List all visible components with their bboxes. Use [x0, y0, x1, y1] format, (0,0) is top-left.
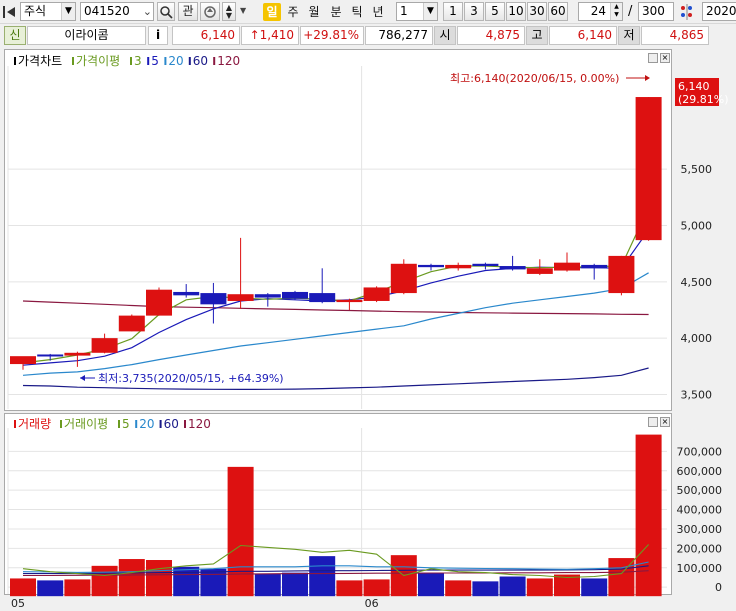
- last-price-tag: [675, 78, 719, 106]
- period-week[interactable]: 주: [284, 3, 302, 21]
- price-panel-close-icon[interactable]: ×: [660, 53, 670, 63]
- quick-interval-10[interactable]: 10: [506, 2, 526, 21]
- total-count-input[interactable]: 300: [638, 2, 674, 21]
- stock-name: 이라이콤: [27, 26, 146, 45]
- price-axis-tick-label: 4,000: [681, 332, 713, 345]
- quick-interval-3[interactable]: 3: [464, 2, 484, 21]
- date-input[interactable]: 2020/: [702, 2, 736, 21]
- chevron-down-icon[interactable]: ⌄: [143, 3, 152, 20]
- volume-panel-minimize-icon[interactable]: [648, 417, 658, 427]
- period-minute[interactable]: 분: [327, 3, 345, 21]
- quick-interval-5[interactable]: 5: [485, 2, 505, 21]
- high-label: 고: [526, 26, 548, 45]
- search-icon: [160, 6, 173, 19]
- low-price: 4,865: [641, 26, 709, 45]
- price-axis-tick-label: 5,000: [681, 219, 713, 232]
- period-year[interactable]: 년: [369, 3, 387, 21]
- info-button[interactable]: i: [148, 26, 168, 45]
- period-month[interactable]: 월: [305, 3, 323, 21]
- volume-axis-tick-label: 700,000: [677, 445, 723, 458]
- volume-axis-tick-label: 600,000: [677, 465, 723, 478]
- volume-axis-tick-label: 200,000: [677, 542, 723, 555]
- chevron-down-icon[interactable]: ▼: [61, 3, 75, 20]
- display-count-value: 24: [590, 4, 606, 18]
- date-value: 2020/: [706, 4, 736, 18]
- chevron-down-icon[interactable]: ▼: [423, 3, 437, 20]
- period-day[interactable]: 일: [263, 3, 281, 21]
- stock-name-text: 이라이콤: [64, 28, 109, 42]
- last-price-tag-value: 6,140: [678, 80, 710, 93]
- open-price: 4,875: [457, 26, 525, 45]
- price-change: ↑1,410: [241, 26, 299, 45]
- volume-axis-tick-label: 400,000: [677, 504, 723, 517]
- spin-icon[interactable]: ▲ ▼: [610, 3, 622, 20]
- spin-updown-button[interactable]: ▲ ▼: [222, 2, 236, 21]
- quick-interval-1[interactable]: 1: [443, 2, 463, 21]
- price-axis-tick-label: 5,500: [681, 163, 713, 176]
- price-axis-tick-label: 3,500: [681, 388, 713, 401]
- high-price: 6,140: [549, 26, 617, 45]
- credit-badge-label: 신: [9, 28, 21, 42]
- trade-volume: 786,277: [365, 26, 433, 45]
- last-price-tag-rate: (29.81%): [678, 93, 729, 106]
- quick-interval-30[interactable]: 30: [527, 2, 547, 21]
- low-label: 저: [618, 26, 640, 45]
- open-label: 시: [434, 26, 456, 45]
- volume-axis-tick-label: 500,000: [677, 484, 723, 497]
- volume-axis-tick-label: 0: [715, 581, 722, 594]
- credit-badge: 신: [4, 26, 26, 45]
- volume-panel-close-icon[interactable]: ×: [660, 417, 670, 427]
- volume-axis-tick-label: 300,000: [677, 523, 723, 536]
- refresh-button[interactable]: [200, 2, 220, 21]
- chart-settings-icon[interactable]: [678, 3, 696, 21]
- volume-chart-panel[interactable]: [4, 413, 672, 595]
- quick-interval-60[interactable]: 60: [548, 2, 568, 21]
- market-type-value: 주식: [24, 4, 47, 18]
- x-axis-label: 05: [11, 597, 25, 610]
- stock-code-value: 041520: [84, 4, 130, 18]
- x-axis-label: 06: [365, 597, 379, 610]
- display-count-input[interactable]: 24 ▲ ▼: [578, 2, 623, 21]
- search-button[interactable]: [157, 2, 175, 21]
- count-separator: /: [628, 4, 633, 19]
- price-chart-panel[interactable]: [4, 49, 672, 411]
- change-rate: +29.81%: [300, 26, 364, 45]
- panel-toggle-icon[interactable]: [3, 5, 17, 19]
- chart-toolbar: 주식 ▼ 041520 ⌄ 관 ▲ ▼ ▼ 일 주 월 분 틱 년 1 ▼ 1 3…: [0, 0, 736, 24]
- refresh-icon: [204, 6, 216, 18]
- price-panel-minimize-icon[interactable]: [648, 53, 658, 63]
- price-axis-tick-label: 4,500: [681, 276, 713, 289]
- interval-select[interactable]: 1 ▼: [396, 2, 438, 21]
- period-tick[interactable]: 틱: [348, 3, 366, 21]
- stock-code-input[interactable]: 041520 ⌄: [80, 2, 154, 21]
- market-type-select[interactable]: 주식 ▼: [20, 2, 76, 21]
- current-price: 6,140: [172, 26, 240, 45]
- total-count-value: 300: [642, 4, 665, 18]
- interval-value: 1: [400, 4, 408, 18]
- chevron-down-icon[interactable]: ▼: [240, 6, 246, 15]
- watchlist-button[interactable]: 관: [178, 2, 198, 21]
- quote-bar: 신 이라이콤 i 6,140 ↑1,410 +29.81% 786,277 시 …: [0, 24, 736, 46]
- volume-axis-tick-label: 100,000: [677, 562, 723, 575]
